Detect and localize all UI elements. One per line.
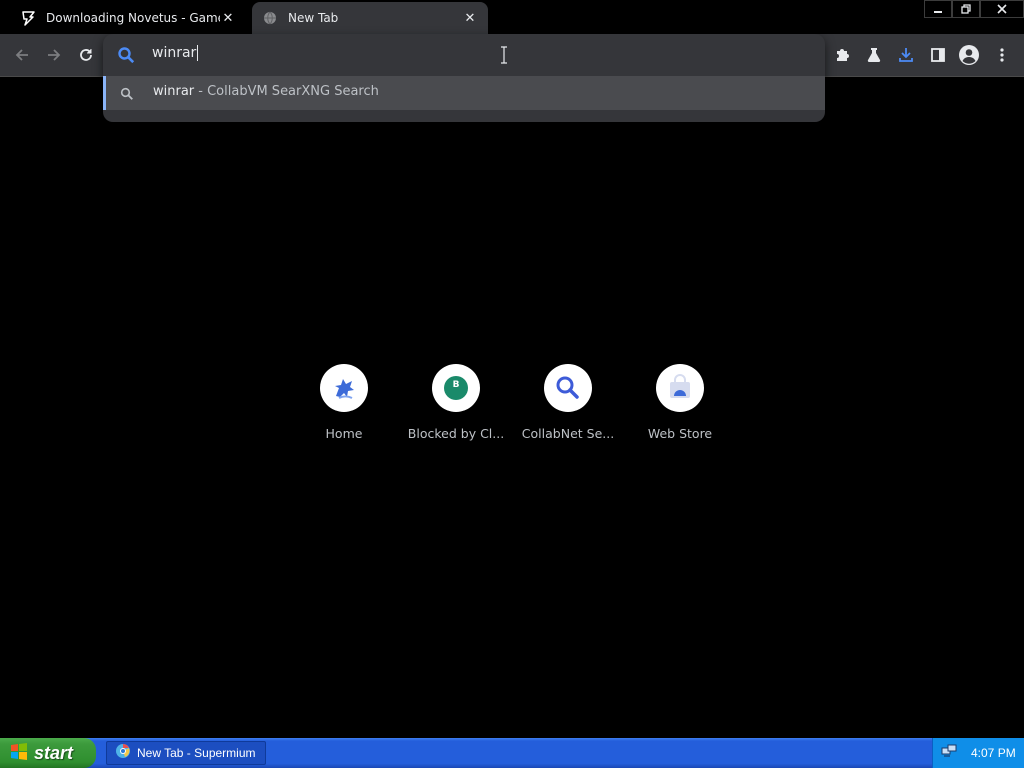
back-icon[interactable]: [11, 44, 33, 66]
shortcut-blocked[interactable]: B Blocked by Cl...: [406, 364, 506, 454]
windows-logo-icon: [10, 742, 28, 764]
restore-icon[interactable]: [952, 0, 980, 18]
tab-close-icon[interactable]: ✕: [220, 10, 236, 26]
suggestion-description: - CollabVM SearXNG Search: [194, 84, 379, 99]
forward-icon[interactable]: [43, 44, 65, 66]
clock: 4:07 PM: [971, 746, 1016, 760]
suggestion-text: winrar - CollabVM SearXNG Search: [153, 84, 379, 99]
shortcut-collabnet-search[interactable]: CollabNet Se...: [518, 364, 618, 454]
blocked-b-icon: B: [432, 364, 480, 412]
side-panel-icon[interactable]: [927, 44, 949, 66]
reload-icon[interactable]: [75, 44, 97, 66]
taskbar-window-button[interactable]: New Tab - Supermium: [106, 741, 266, 765]
home-bird-icon: [320, 364, 368, 412]
address-input[interactable]: winrar: [152, 45, 199, 61]
tab-title: Downloading Novetus - Game Jolt: [46, 11, 220, 25]
taskbar: start New Tab - Supermium 4:07 PM: [0, 738, 1024, 768]
search-icon: [120, 86, 134, 100]
game-jolt-icon: [20, 10, 36, 26]
start-button[interactable]: start: [0, 738, 96, 768]
blocked-letter: B: [453, 380, 460, 390]
shortcut-label: Home: [325, 426, 363, 441]
network-icon[interactable]: [941, 743, 957, 763]
omnibox-suggestion[interactable]: winrar - CollabVM SearXNG Search: [103, 76, 825, 110]
tab-title: New Tab: [288, 11, 339, 25]
close-icon[interactable]: [980, 0, 1024, 18]
start-label: start: [34, 742, 74, 763]
search-icon: [117, 46, 135, 64]
taskbar-window-label: New Tab - Supermium: [137, 746, 256, 760]
globe-icon: [262, 10, 278, 26]
text-cursor-icon: [499, 46, 509, 64]
system-tray: 4:07 PM: [932, 738, 1024, 768]
shortcut-label: Web Store: [647, 426, 713, 441]
download-icon[interactable]: [895, 44, 917, 66]
extensions-icon[interactable]: [831, 44, 853, 66]
profile-avatar-icon[interactable]: [958, 44, 980, 66]
shortcut-label: CollabNet Se...: [521, 426, 615, 441]
tab-close-icon[interactable]: ✕: [462, 10, 478, 26]
tab-game-jolt[interactable]: Downloading Novetus - Game Jolt ✕: [10, 2, 246, 34]
address-bar[interactable]: winrar: [103, 34, 825, 76]
labs-flask-icon[interactable]: [863, 44, 885, 66]
window-controls: [924, 0, 1024, 18]
shortcut-label: Blocked by Cl...: [407, 426, 505, 441]
web-store-icon: [656, 364, 704, 412]
tab-strip: Downloading Novetus - Game Jolt ✕ New Ta…: [0, 0, 1024, 34]
search-icon: [544, 364, 592, 412]
menu-kebab-icon[interactable]: [991, 44, 1013, 66]
omnibox-popup: winrar winrar - CollabVM SearXNG Search: [103, 34, 825, 122]
shortcut-web-store[interactable]: Web Store: [630, 364, 730, 454]
shortcut-home[interactable]: Home: [294, 364, 394, 454]
suggestion-query: winrar: [153, 84, 195, 99]
tab-new-tab[interactable]: New Tab ✕: [252, 2, 488, 34]
minimize-icon[interactable]: [924, 0, 952, 18]
supermium-icon: [115, 743, 131, 763]
